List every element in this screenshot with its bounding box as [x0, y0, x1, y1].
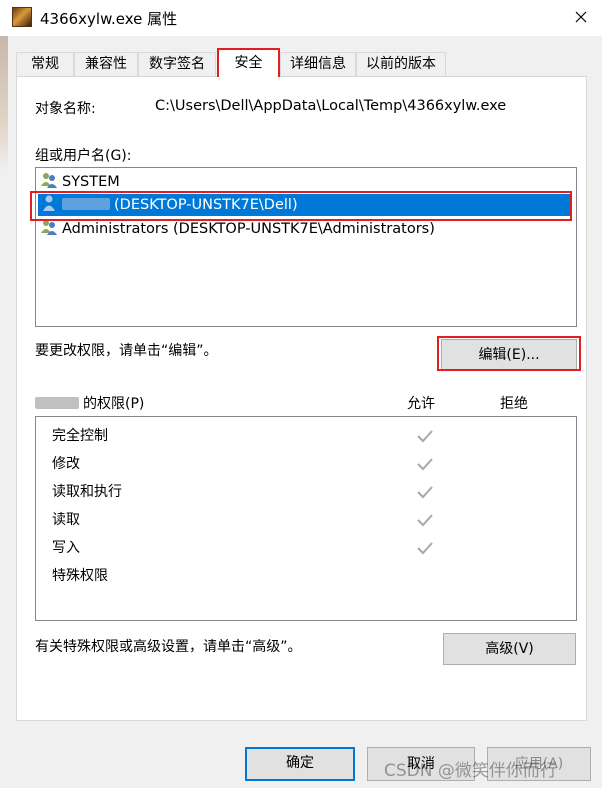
- group-item-dell[interactable]: (DESKTOP-UNSTK7E\Dell): [38, 194, 572, 216]
- window-title: 4366xylw.exe 属性: [40, 10, 178, 28]
- background-window-edge: [0, 36, 8, 788]
- permission-row: 修改: [52, 454, 80, 474]
- allow-check-icon: [417, 542, 433, 555]
- allow-check-icon: [417, 514, 433, 527]
- redacted-username: [62, 198, 110, 210]
- ok-button[interactable]: 确定: [245, 747, 355, 781]
- allow-check-icon: [417, 458, 433, 471]
- object-name-value: C:\Users\Dell\AppData\Local\Temp\4366xyl…: [155, 98, 507, 114]
- permission-row: 读取: [52, 510, 80, 530]
- close-button[interactable]: [568, 4, 594, 30]
- permission-row: 读取和执行: [52, 482, 122, 502]
- advanced-button[interactable]: 高级(V): [443, 633, 576, 665]
- permissions-for-text: 的权限(P): [83, 396, 145, 412]
- allow-column-header: 允许: [407, 396, 435, 412]
- group-item-label: Administrators (DESKTOP-UNSTK7E\Administ…: [62, 221, 435, 237]
- permission-row: 写入: [52, 538, 80, 558]
- deny-column-header: 拒绝: [500, 396, 528, 412]
- tab-compatibility[interactable]: 兼容性: [74, 52, 138, 76]
- groups-label: 组或用户名(G):: [35, 148, 132, 164]
- redacted-username: [35, 397, 79, 409]
- group-item-label: SYSTEM: [62, 174, 120, 190]
- tab-details[interactable]: 详细信息: [280, 52, 356, 76]
- group-item-system[interactable]: SYSTEM: [40, 171, 120, 193]
- tab-general[interactable]: 常规: [16, 52, 74, 76]
- permission-name: 完全控制: [52, 428, 108, 444]
- title-bar: 4366xylw.exe 属性: [0, 0, 602, 36]
- group-item-administrators[interactable]: Administrators (DESKTOP-UNSTK7E\Administ…: [40, 218, 435, 240]
- user-icon: [43, 195, 55, 211]
- permission-name: 修改: [52, 456, 80, 472]
- permissions-list: 完全控制 修改 读取和执行 读取 写入 特殊权限: [35, 416, 577, 621]
- group-users-icon: [41, 220, 57, 235]
- permissions-for-label: 的权限(P): [35, 393, 144, 413]
- tab-previous-versions[interactable]: 以前的版本: [356, 52, 446, 76]
- edit-button[interactable]: 编辑(E)...: [441, 339, 577, 371]
- allow-check-icon: [417, 486, 433, 499]
- advanced-settings-hint: 有关特殊权限或高级设置，请单击“高级”。: [35, 639, 302, 655]
- apply-button[interactable]: 应用(A): [487, 747, 591, 781]
- close-icon: [575, 11, 587, 23]
- group-users-icon: [41, 173, 57, 188]
- app-icon: [12, 7, 32, 27]
- permission-name: 特殊权限: [52, 568, 108, 584]
- cancel-button[interactable]: 取消: [367, 747, 475, 781]
- tab-digital-signatures[interactable]: 数字签名: [138, 52, 216, 76]
- tab-security[interactable]: 安全: [217, 48, 280, 77]
- permission-row: 特殊权限: [52, 566, 108, 586]
- permission-name: 读取: [52, 512, 80, 528]
- change-permissions-hint: 要更改权限，请单击“编辑”。: [35, 343, 218, 359]
- groups-listbox[interactable]: SYSTEM (DESKTOP-UNSTK7E\Dell) Administra…: [35, 167, 577, 327]
- allow-check-icon: [417, 430, 433, 443]
- object-name-label: 对象名称:: [35, 101, 96, 117]
- permission-name: 读取和执行: [52, 484, 122, 500]
- group-item-label: (DESKTOP-UNSTK7E\Dell): [114, 197, 298, 213]
- permission-name: 写入: [52, 540, 80, 556]
- permission-row: 完全控制: [52, 426, 108, 446]
